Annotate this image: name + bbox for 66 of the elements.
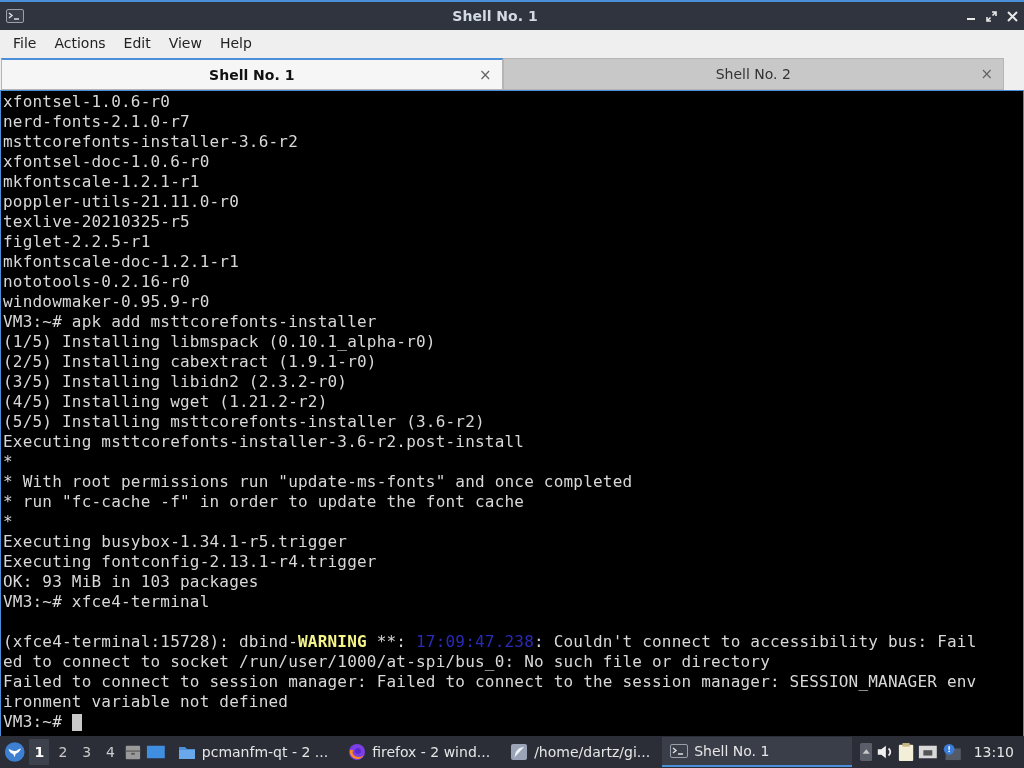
- terminal-line: nerd-fonts-2.1.0-r7: [3, 112, 190, 132]
- desktop-button[interactable]: 2: [53, 739, 73, 765]
- terminal-cursor: [72, 714, 82, 731]
- clock: 13:10: [972, 744, 1015, 760]
- terminal-line: (4/5) Installing wget (1.21.2-r2): [3, 392, 328, 412]
- terminal-line: VM3:~#: [3, 712, 62, 732]
- tab[interactable]: Shell No. 1 ×: [1, 58, 503, 90]
- close-icon[interactable]: [1007, 10, 1018, 22]
- desktop-button[interactable]: 3: [76, 739, 97, 765]
- terminal-line: Executing fontconfig-2.13.1-r4.trigger: [3, 552, 377, 572]
- terminal-line: OK: 93 MiB in 103 packages: [3, 572, 259, 592]
- terminal-line: **:: [375, 632, 408, 652]
- window-title: Shell No. 1: [451, 8, 539, 24]
- terminal-icon: [6, 9, 24, 23]
- terminal-line: (1/5) Installing libmspack (0.10.1_alpha-r0): [3, 332, 436, 352]
- terminal-line: *: [3, 512, 13, 532]
- terminal-line: xfontsel-1.0.6-r0: [3, 92, 171, 112]
- maximize-icon[interactable]: [986, 10, 997, 22]
- terminal-line: Failed to connect to session manager: Failed to connect to the session manager: SESSION_MANAGER env: [3, 672, 977, 692]
- menu-item[interactable]: Edit: [114, 35, 160, 51]
- menu-item[interactable]: View: [159, 35, 211, 51]
- terminal-line: VM3:~# apk add msttcorefonts-installer: [3, 312, 377, 332]
- arrow-up-icon[interactable]: [859, 742, 873, 762]
- terminal-line: xfontsel-doc-1.0.6-r0: [3, 152, 210, 172]
- desktop-icon[interactable]: [146, 743, 166, 761]
- terminal-line: (3/5) Installing libidn2 (2.3.2-r0): [3, 372, 348, 392]
- tab[interactable]: Shell No. 2 ×: [502, 58, 1004, 90]
- terminal-line: poppler-utils-21.11.0-r0: [3, 192, 239, 212]
- terminal-line: *: [3, 452, 13, 472]
- terminal-line: (xfce4-terminal:15728): dbind-: [3, 632, 298, 652]
- menu-item[interactable]: Help: [210, 35, 261, 51]
- timestamp: 17:09:47.238: [416, 632, 534, 652]
- desktop-button[interactable]: 1: [29, 739, 50, 765]
- bird-icon[interactable]: [4, 740, 26, 764]
- taskbar-button[interactable]: Shell No. 1: [662, 737, 852, 767]
- terminal-icon: [670, 744, 689, 758]
- clipboard-icon[interactable]: [898, 741, 915, 763]
- notification-icon[interactable]: [941, 742, 962, 762]
- terminal-line: mkfontscale-1.2.1-r1: [3, 172, 200, 192]
- terminal-line: windowmaker-0.95.9-r0: [3, 292, 210, 312]
- terminal-line: * run "fc-cache -f" in order to update the font cache: [3, 492, 525, 512]
- terminal-line: (2/5) Installing cabextract (1.9.1-r0): [3, 352, 377, 372]
- taskbar-button[interactable]: pcmanfm-qt - 2 ...: [169, 737, 337, 767]
- terminal-line: Executing msttcorefonts-installer-3.6-r2.post-install: [3, 432, 525, 452]
- taskbar-button[interactable]: /home/dartz/gi...: [502, 737, 659, 767]
- terminal-line: mkfontscale-doc-1.2.1-r1: [3, 252, 239, 272]
- terminal-line: texlive-20210325-r5: [3, 212, 190, 232]
- desktop-button[interactable]: 4: [100, 739, 121, 765]
- taskbar-button[interactable]: firefox - 2 wind...: [340, 737, 499, 767]
- browser-icon: [348, 743, 367, 761]
- terminal-line: * With root permissions run "update-ms-fonts" and once completed: [3, 472, 633, 492]
- terminal-line: figlet-2.2.5-r1: [3, 232, 151, 252]
- menu-item[interactable]: Actions: [45, 35, 115, 51]
- tab-close-button[interactable]: ×: [478, 65, 492, 84]
- terminal-line: ironment variable not defined: [3, 692, 289, 712]
- terminal-line: Executing busybox-1.34.1-r5.trigger: [3, 532, 348, 552]
- terminal-line: (5/5) Installing msttcorefonts-installer (3.6-r2): [3, 412, 485, 432]
- terminal-line: VM3:~# xfce4-terminal: [3, 592, 210, 612]
- terminal-line: nototools-0.2.16-r0: [3, 272, 190, 292]
- terminal-line: msttcorefonts-installer-3.6-r2: [3, 132, 298, 152]
- menu-item[interactable]: File: [4, 35, 46, 51]
- warning-label: WARNING: [298, 632, 367, 652]
- terminal-line: : Couldn't connect to accessibility bus: Fail: [534, 632, 977, 652]
- folder-icon: [177, 744, 196, 760]
- feather-icon: [510, 743, 529, 761]
- terminal-line: ed to connect to socket /run/user/1000/at-spi/bus_0: No such file or directory: [3, 652, 770, 672]
